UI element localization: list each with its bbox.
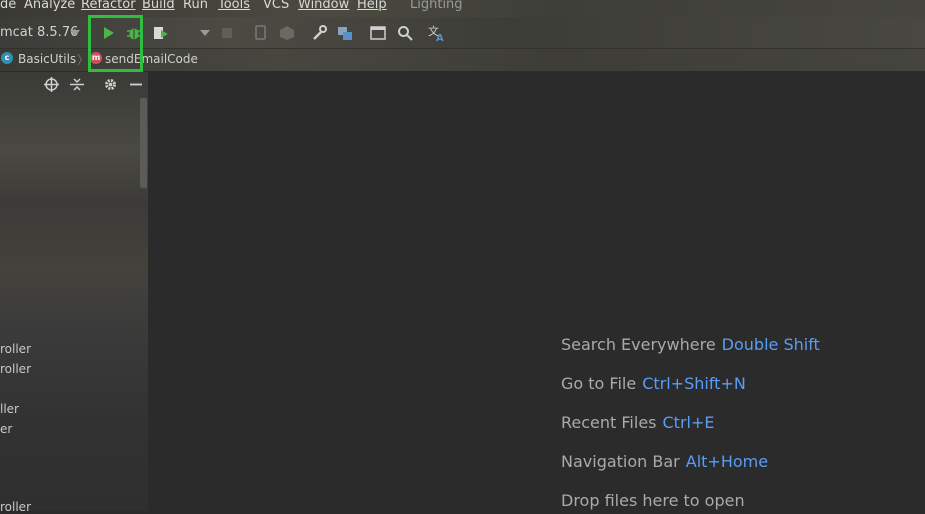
tree-item[interactable]: er (0, 422, 12, 436)
menu-item-analyze[interactable]: Analyze (24, 0, 75, 11)
menu-item-window[interactable]: Window (298, 0, 349, 11)
breadcrumb-separator-icon: 〉 (77, 53, 90, 67)
menu-item-vcs[interactable]: VCS (263, 0, 289, 11)
project-structure-icon[interactable] (337, 25, 353, 41)
minimize-icon[interactable] (129, 77, 143, 92)
debug-icon[interactable] (126, 25, 142, 41)
hint-label: Drop files here to open (561, 491, 745, 510)
stop-icon[interactable] (221, 27, 233, 39)
collapse-all-icon[interactable] (70, 77, 84, 92)
tree-item[interactable]: roller (0, 342, 31, 356)
breadcrumb-class[interactable]: BasicUtils (18, 52, 76, 66)
method-icon: m (90, 52, 102, 64)
project-tool-window: roller roller ller er roller (0, 72, 149, 514)
project-title: Lighting (410, 0, 463, 12)
hint-label: Navigation Bar (561, 452, 680, 471)
hint-shortcut[interactable]: Alt+Home (686, 452, 768, 471)
hint-recent-files: Recent Files Ctrl+E (561, 413, 714, 432)
editor-empty-state: Search Everywhere Double Shift Go to File… (149, 72, 925, 511)
run-with-coverage-icon[interactable] (153, 25, 169, 41)
hint-shortcut[interactable]: Ctrl+Shift+N (642, 374, 746, 393)
tree-scrollbar[interactable] (140, 98, 147, 188)
search-icon[interactable] (397, 25, 413, 41)
breadcrumb: c BasicUtils 〉 m sendEmailCode (0, 49, 925, 71)
wrench-icon[interactable] (311, 25, 327, 41)
hint-shortcut[interactable]: Double Shift (722, 335, 820, 354)
hint-go-to-file: Go to File Ctrl+Shift+N (561, 374, 746, 393)
tree-item[interactable]: ller (0, 402, 19, 416)
hint-search-everywhere: Search Everywhere Double Shift (561, 335, 820, 354)
menu-item-refactor[interactable]: Refactor (81, 0, 136, 11)
menu-item-code[interactable]: de (0, 0, 16, 11)
menu-item-tools[interactable]: Tools (218, 0, 250, 11)
menu-item-build[interactable]: Build (142, 0, 175, 11)
run-icon[interactable] (101, 26, 115, 40)
breadcrumb-method[interactable]: sendEmailCode (105, 52, 198, 66)
translate-icon[interactable]: 文 A (428, 24, 446, 42)
main-toolbar: mcat 8.5.76 文 A (0, 17, 925, 49)
menu-item-run[interactable]: Run (183, 0, 208, 11)
tree-item[interactable]: roller (0, 500, 31, 514)
hint-label: Go to File (561, 374, 637, 393)
menu-item-help[interactable]: Help (357, 0, 387, 11)
menu-bar: de Analyze Refactor Build Run Tools VCS … (0, 0, 925, 17)
gear-icon[interactable] (103, 77, 118, 92)
locate-icon[interactable] (44, 77, 59, 92)
svg-text:A: A (436, 33, 444, 42)
hint-drop-files: Drop files here to open (561, 491, 745, 510)
device-icon[interactable] (254, 25, 268, 41)
class-icon: c (1, 52, 13, 64)
profiler-icon[interactable] (279, 25, 295, 41)
dropdown-icon[interactable] (200, 30, 210, 36)
hint-shortcut[interactable]: Ctrl+E (663, 413, 715, 432)
hint-navigation-bar: Navigation Bar Alt+Home (561, 452, 768, 471)
run-configuration-selector[interactable]: mcat 8.5.76 (0, 25, 78, 40)
chevron-down-icon[interactable] (70, 30, 80, 36)
tree-item[interactable]: roller (0, 362, 31, 376)
hint-label: Recent Files (561, 413, 657, 432)
terminal-window-icon[interactable] (370, 25, 386, 41)
hint-label: Search Everywhere (561, 335, 716, 354)
tool-window-header (0, 72, 148, 98)
